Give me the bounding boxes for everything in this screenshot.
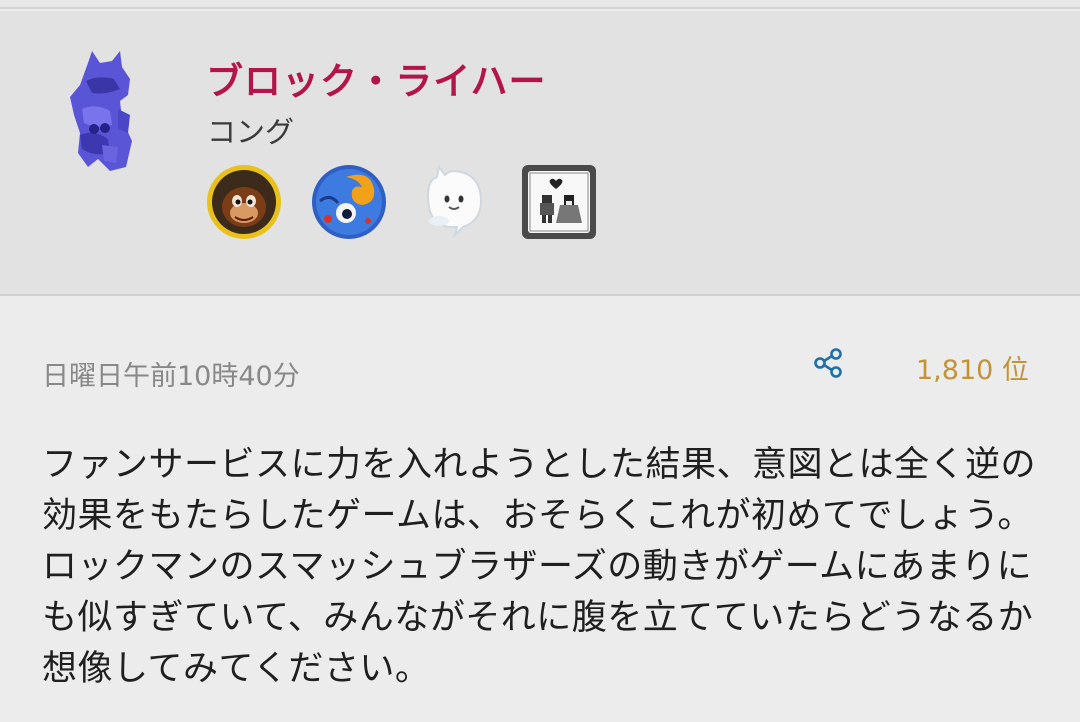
blue-fish-badge-icon[interactable] — [310, 163, 388, 241]
donkey-kong-badge-icon[interactable] — [205, 163, 283, 241]
author-country: コング — [207, 115, 295, 149]
top-divider — [0, 0, 1080, 9]
post-content: 日曜日午前10時40分 1,810 位 ファンサービスに力を入れようとした結果、… — [0, 298, 1080, 722]
avatar-figure-icon — [70, 51, 132, 171]
share-icon — [814, 348, 842, 378]
share-button[interactable] — [810, 345, 846, 381]
pixel-couple-badge-icon[interactable] — [520, 163, 598, 241]
post-header: ブロック・ライハー コング — [0, 11, 1080, 296]
author-name[interactable]: ブロック・ライハー — [206, 51, 547, 105]
badge-list — [205, 163, 625, 241]
boo-ghost-badge-icon[interactable] — [415, 163, 493, 241]
rank-label: 1,810 位 — [916, 355, 1029, 386]
post-body: ファンサービスに力を入れようとした結果、意図とは全く逆の効果をもたらしたゲームは… — [42, 445, 1037, 689]
post-timestamp: 日曜日午前10時40分 — [42, 361, 300, 392]
avatar[interactable] — [58, 49, 148, 173]
